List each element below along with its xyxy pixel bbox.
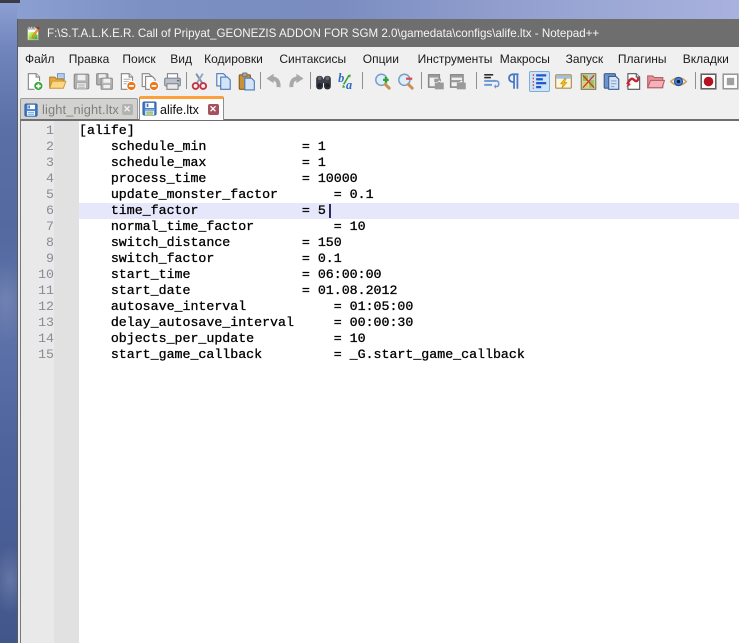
svg-text:b: b (338, 72, 344, 85)
